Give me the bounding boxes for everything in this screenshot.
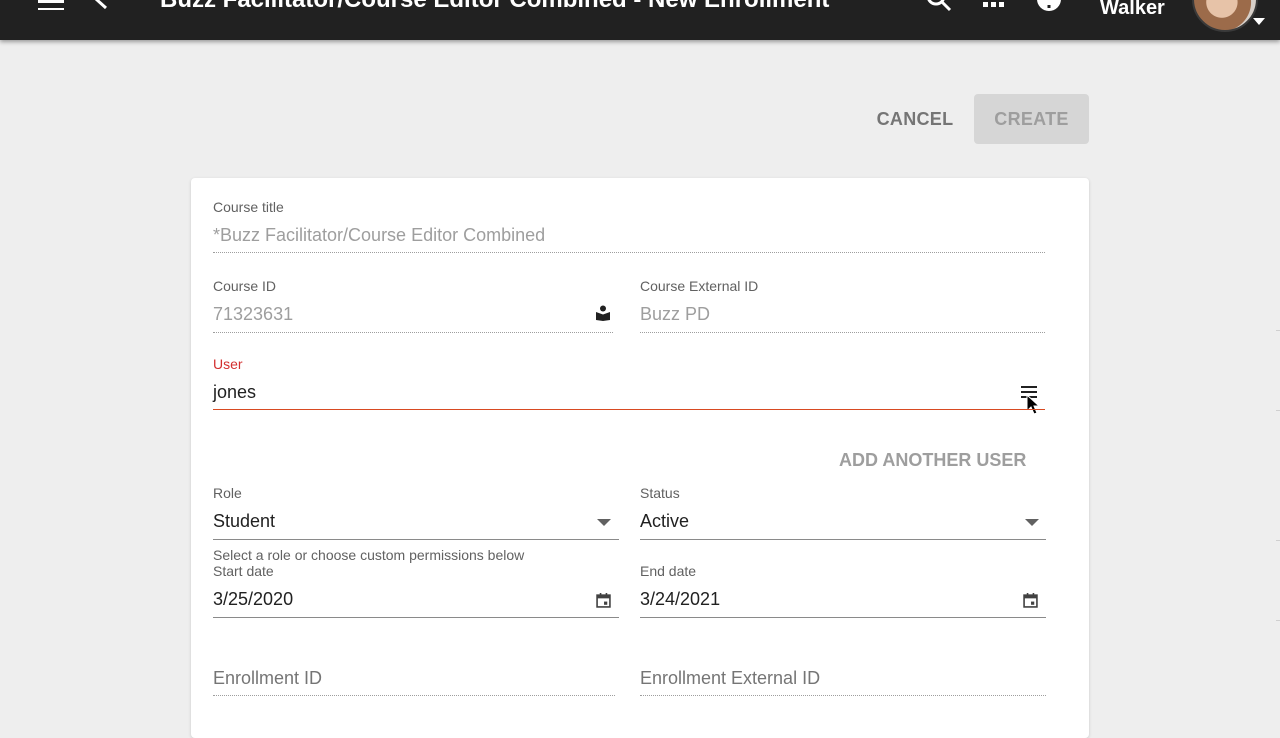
status-field[interactable]: Status Active — [640, 485, 1046, 541]
apps-grid-icon[interactable] — [982, 0, 1006, 10]
course-title-field: Course title *Buzz Facilitator/Course Ed… — [213, 199, 1045, 255]
role-helper-text: Select a role or choose custom permissio… — [213, 547, 525, 563]
course-title-underline — [213, 252, 1045, 253]
back-arrow-icon[interactable] — [92, 0, 110, 10]
enrollment-form-card: Course title *Buzz Facilitator/Course Ed… — [191, 178, 1089, 738]
start-date-underline — [213, 617, 619, 618]
help-icon[interactable] — [1036, 0, 1062, 12]
top-app-bar: Buzz Facilitator/Course Editor Combined … — [0, 0, 1280, 40]
end-date-input[interactable]: 3/24/2021 — [640, 589, 720, 610]
user-name[interactable]: Walker — [1100, 0, 1165, 20]
course-external-id-label: Course External ID — [640, 278, 759, 294]
role-field[interactable]: Role Student — [213, 485, 619, 541]
start-date-input[interactable]: 3/25/2020 — [213, 589, 293, 610]
enrollment-id-underline — [213, 695, 615, 696]
enrollment-external-id-input[interactable]: Enrollment External ID — [640, 668, 820, 689]
mouse-cursor-icon — [1026, 394, 1040, 415]
end-date-label: End date — [640, 563, 697, 579]
course-title-value: *Buzz Facilitator/Course Editor Combined — [213, 225, 546, 245]
add-another-user-button[interactable]: ADD ANOTHER USER — [839, 450, 1026, 471]
page-title: Buzz Facilitator/Course Editor Combined … — [160, 0, 829, 12]
course-external-id-value: Buzz PD — [640, 304, 711, 324]
calendar-icon[interactable] — [1023, 593, 1038, 608]
end-date-underline — [640, 617, 1046, 618]
enrollment-external-id-underline — [640, 695, 1046, 696]
end-date-field[interactable]: End date 3/24/2021 — [640, 563, 1046, 619]
menu-icon[interactable] — [38, 0, 64, 10]
user-label: User — [213, 356, 243, 372]
course-title-label: Course title — [213, 199, 284, 215]
status-underline — [640, 539, 1046, 540]
status-select-value[interactable]: Active — [640, 511, 689, 532]
edge-mark — [1276, 330, 1280, 331]
edge-mark — [1276, 410, 1280, 411]
start-date-label: Start date — [213, 563, 274, 579]
start-date-field[interactable]: Start date 3/25/2020 — [213, 563, 619, 619]
course-external-id-underline — [640, 332, 1045, 333]
calendar-icon[interactable] — [596, 593, 611, 608]
enrollment-external-id-field[interactable]: Enrollment External ID — [640, 648, 1046, 698]
course-id-underline — [213, 332, 613, 333]
course-external-id-field: Course External ID Buzz PD — [640, 278, 1045, 334]
user-field[interactable]: User jones — [213, 356, 1045, 415]
status-label: Status — [640, 485, 680, 501]
dropdown-arrow-icon[interactable] — [597, 519, 611, 526]
enrollment-id-input[interactable]: Enrollment ID — [213, 668, 322, 689]
avatar[interactable] — [1192, 0, 1258, 32]
cancel-button[interactable]: CANCEL — [862, 94, 968, 144]
course-id-value: 71323631 — [213, 304, 294, 324]
course-id-field: Course ID 71323631 — [213, 278, 613, 334]
dropdown-arrow-icon[interactable] — [1025, 519, 1039, 526]
user-underline — [213, 409, 1045, 410]
role-select-value[interactable]: Student — [213, 511, 275, 532]
chevron-down-icon[interactable] — [1253, 18, 1265, 25]
user-input[interactable]: jones — [213, 382, 256, 403]
book-reader-icon[interactable] — [595, 305, 611, 321]
role-underline — [213, 539, 619, 540]
enrollment-id-field[interactable]: Enrollment ID — [213, 648, 615, 698]
create-button[interactable]: CREATE — [974, 94, 1089, 144]
edge-mark — [1276, 620, 1280, 621]
role-label: Role — [213, 485, 242, 501]
search-icon[interactable] — [926, 0, 952, 12]
edge-mark — [1276, 540, 1280, 541]
course-id-label: Course ID — [213, 278, 277, 294]
